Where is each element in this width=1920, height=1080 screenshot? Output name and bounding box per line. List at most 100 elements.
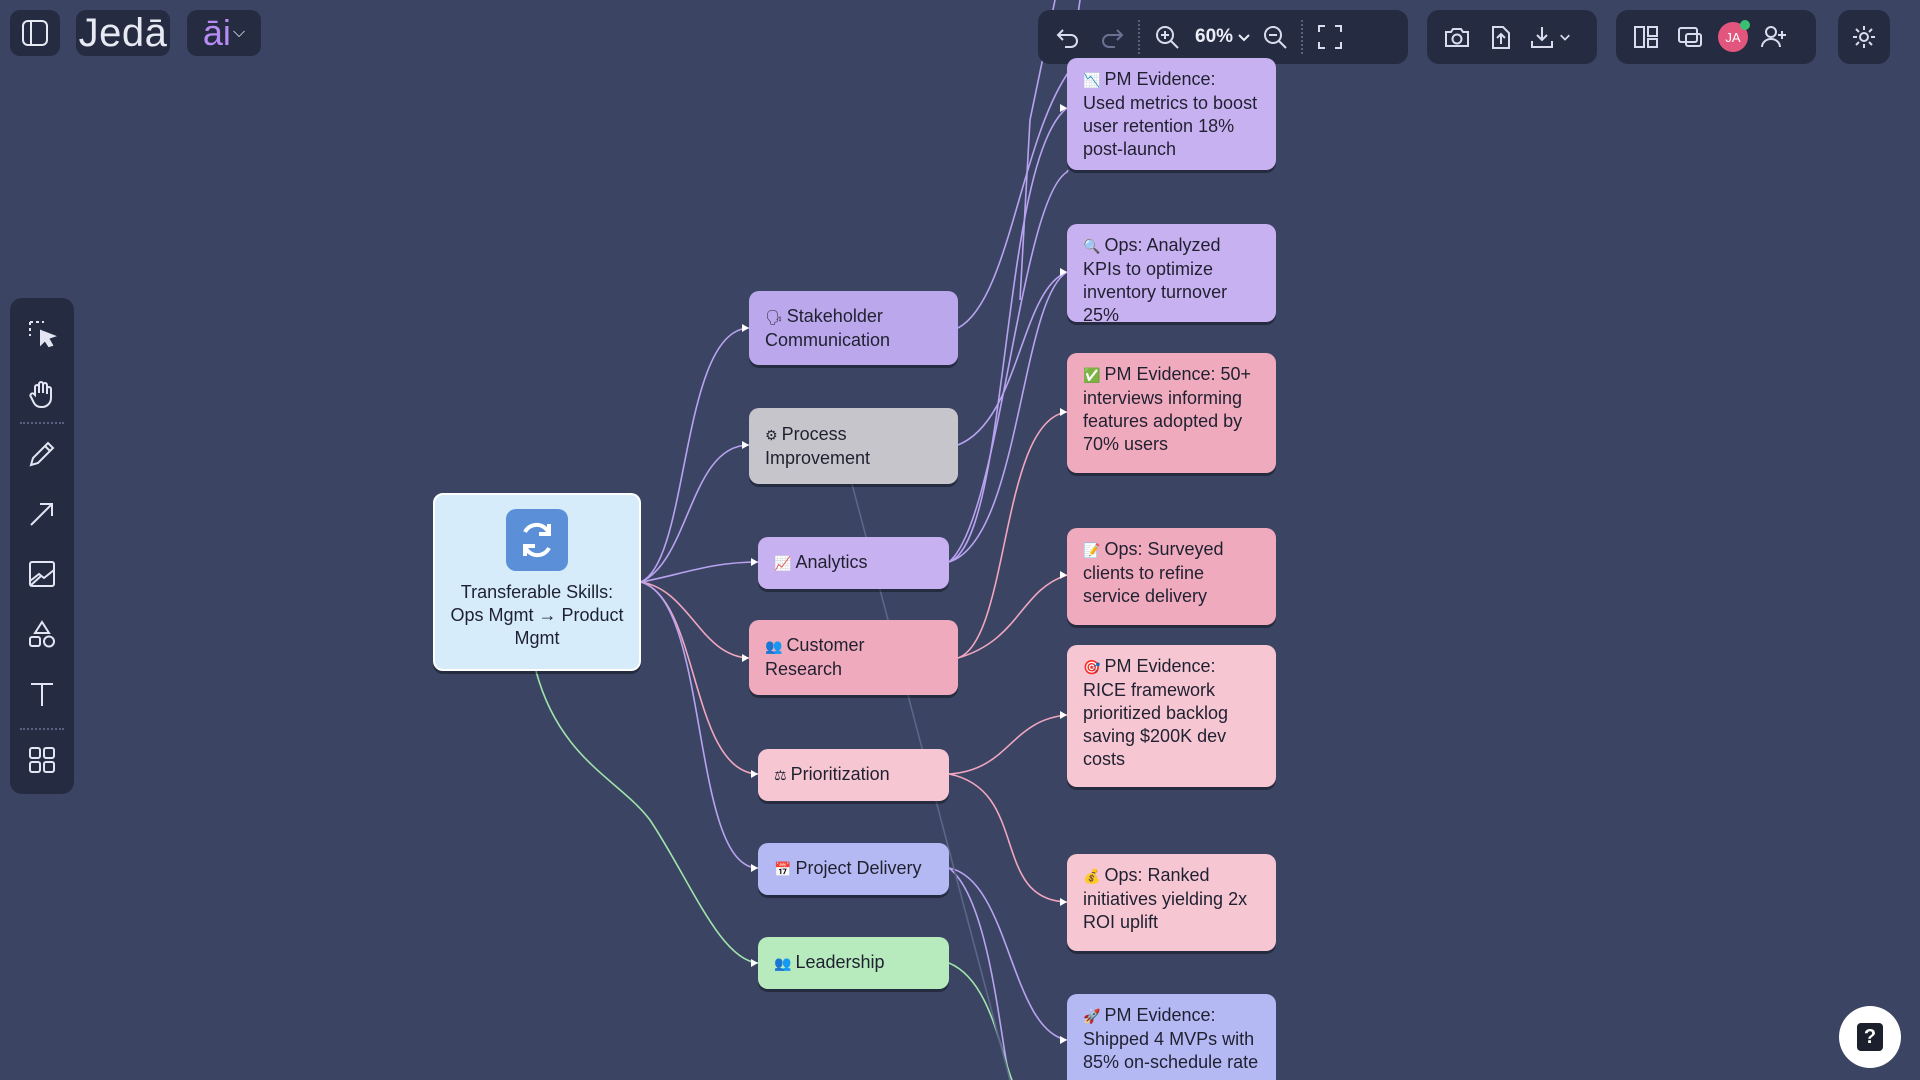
undo-icon[interactable] <box>1046 15 1090 59</box>
connector-analytics-2 <box>948 271 1068 563</box>
ai-menu-button[interactable]: āi ⌵ <box>187 10 261 56</box>
zoom-in-icon[interactable] <box>1145 15 1189 59</box>
online-status-dot <box>1740 20 1750 30</box>
connector-root-leadership <box>535 670 759 964</box>
evidence-node-label: PM Evidence: Shipped 4 MVPs with 85% on-… <box>1083 1005 1259 1072</box>
branch-node-label: Stakeholder Communication <box>765 305 891 350</box>
avatar[interactable]: JA <box>1718 20 1750 52</box>
people-icon: 👥 <box>765 638 783 654</box>
check-mark-icon: ✅ <box>1083 367 1101 383</box>
arrowhead <box>742 441 749 449</box>
add-user-icon[interactable] <box>1752 15 1796 59</box>
avatar-initials: JA <box>1725 29 1741 45</box>
connector-delivery-1 <box>948 867 1068 1041</box>
hand-icon[interactable] <box>20 372 64 416</box>
text-icon[interactable] <box>20 672 64 716</box>
refresh-icon <box>506 509 568 571</box>
branch-node-leadership[interactable]: 👥 Leadership <box>758 937 949 989</box>
chart-decreasing-icon: 📉 <box>1083 72 1101 88</box>
evidence-node-interviews[interactable]: ✅ PM Evidence: 50+ interviews informing f… <box>1067 353 1276 473</box>
arrowhead <box>1060 898 1067 906</box>
layout-panels-icon[interactable] <box>1624 15 1668 59</box>
select-icon[interactable] <box>20 312 64 356</box>
target-icon: 🎯 <box>1083 659 1101 675</box>
upload-icon[interactable] <box>1479 15 1523 59</box>
gear-icon: ⚙ <box>765 426 778 443</box>
download-icon[interactable] <box>1523 15 1577 59</box>
arrowhead <box>742 654 749 662</box>
zoom-level-dropdown[interactable]: 60% <box>1195 26 1251 48</box>
money-bag-icon: 💰 <box>1083 868 1101 884</box>
rocket-icon: 🚀 <box>1083 1008 1101 1024</box>
sidebar-panel-icon <box>20 18 50 48</box>
help-button[interactable]: ? <box>1839 1006 1901 1068</box>
arrowhead <box>1060 711 1067 719</box>
pencil-icon[interactable] <box>20 432 64 476</box>
fit-screen-icon[interactable] <box>1308 15 1352 59</box>
evidence-node-mvps[interactable]: 🚀 PM Evidence: Shipped 4 MVPs with 85% on… <box>1067 994 1276 1080</box>
connector-prioritization-2 <box>948 773 1068 903</box>
connector-root-analytics <box>640 561 759 583</box>
memo-icon: 📝 <box>1083 542 1101 558</box>
app-logo[interactable]: Jedā <box>76 10 170 56</box>
branch-node-prioritization[interactable]: ⚖ Prioritization <box>758 749 949 801</box>
history-zoom-toolbar: 60% <box>1038 10 1408 64</box>
sidebar-toggle-button[interactable] <box>10 10 60 56</box>
branch-node-process-improvement[interactable]: ⚙ Process Improvement <box>749 408 958 484</box>
zoom-out-icon[interactable] <box>1253 15 1297 59</box>
logo-text: Jedā <box>78 10 168 55</box>
zoom-level-value: 60% <box>1195 26 1234 47</box>
arrowhead <box>1060 571 1067 579</box>
arrowhead <box>751 864 758 872</box>
arrowhead <box>751 770 758 778</box>
image-icon[interactable] <box>20 552 64 596</box>
connector-customer-2 <box>957 574 1068 659</box>
settings-button[interactable] <box>1838 10 1890 64</box>
branch-node-label: Leadership <box>795 952 885 972</box>
present-icon[interactable] <box>1668 15 1712 59</box>
connector-root-prioritization <box>640 581 759 775</box>
connector-root-process <box>640 444 750 583</box>
evidence-node-surveys[interactable]: 📝 Ops: Surveyed clients to refine service… <box>1067 528 1276 625</box>
balance-scale-icon: ⚖ <box>774 767 787 783</box>
branch-node-analytics[interactable]: 📈 Analytics <box>758 537 949 589</box>
evidence-node-rice[interactable]: 🎯 PM Evidence: RICE framework prioritized… <box>1067 645 1276 787</box>
connector-prioritization-1 <box>948 714 1068 775</box>
speaking-head-icon: 🗣 <box>765 308 783 325</box>
branch-node-label: Prioritization <box>790 764 890 784</box>
left-toolbar <box>10 298 74 794</box>
grid-icon[interactable] <box>20 738 64 782</box>
connector-leadership-out <box>948 962 1013 1080</box>
redo-icon[interactable] <box>1090 15 1134 59</box>
evidence-node-label: PM Evidence: RICE framework prioritized … <box>1083 656 1229 769</box>
toolbar-divider <box>1301 20 1304 54</box>
evidence-node-kpis[interactable]: 🔍 Ops: Analyzed KPIs to optimize inventor… <box>1067 224 1276 325</box>
people-icon: 👥 <box>774 955 792 971</box>
connector-analytics-3 <box>948 169 1069 563</box>
toolbar-divider <box>20 728 64 730</box>
evidence-node-label: PM Evidence: 50+ interviews informing fe… <box>1083 364 1252 454</box>
root-node-label: Transferable Skills: Ops Mgmt → Product … <box>450 582 624 648</box>
branch-node-stakeholder-communication[interactable]: 🗣 Stakeholder Communication <box>749 291 958 365</box>
arrowhead <box>1060 1036 1067 1044</box>
export-toolbar <box>1427 10 1597 64</box>
toolbar-divider <box>20 422 64 424</box>
shapes-icon[interactable] <box>20 612 64 656</box>
chevron-down-icon: ⌵ <box>232 24 246 41</box>
branch-node-customer-research[interactable]: 👥 Customer Research <box>749 620 958 695</box>
evidence-node-retention[interactable]: 📉 PM Evidence: Used metrics to boost user… <box>1067 58 1276 170</box>
mindmap-root-node[interactable]: Transferable Skills: Ops Mgmt → Product … <box>433 493 641 671</box>
evidence-node-label: Ops: Surveyed clients to refine service … <box>1083 539 1224 606</box>
arrowhead <box>751 558 758 566</box>
evidence-node-roi[interactable]: 💰 Ops: Ranked initiatives yielding 2x ROI… <box>1067 854 1276 951</box>
toolbar-divider <box>1138 20 1141 54</box>
evidence-node-label: Ops: Analyzed KPIs to optimize inventory… <box>1083 235 1228 325</box>
help-icon: ? <box>1857 1023 1883 1051</box>
branch-node-project-delivery[interactable]: 📅 Project Delivery <box>758 843 949 895</box>
branch-node-label: Project Delivery <box>795 858 922 878</box>
arrow-icon[interactable] <box>20 492 64 536</box>
evidence-node-label: Ops: Ranked initiatives yielding 2x ROI … <box>1083 865 1248 932</box>
camera-icon[interactable] <box>1435 15 1479 59</box>
view-toolbar: JA <box>1616 10 1816 64</box>
chart-increasing-icon: 📈 <box>774 555 792 571</box>
